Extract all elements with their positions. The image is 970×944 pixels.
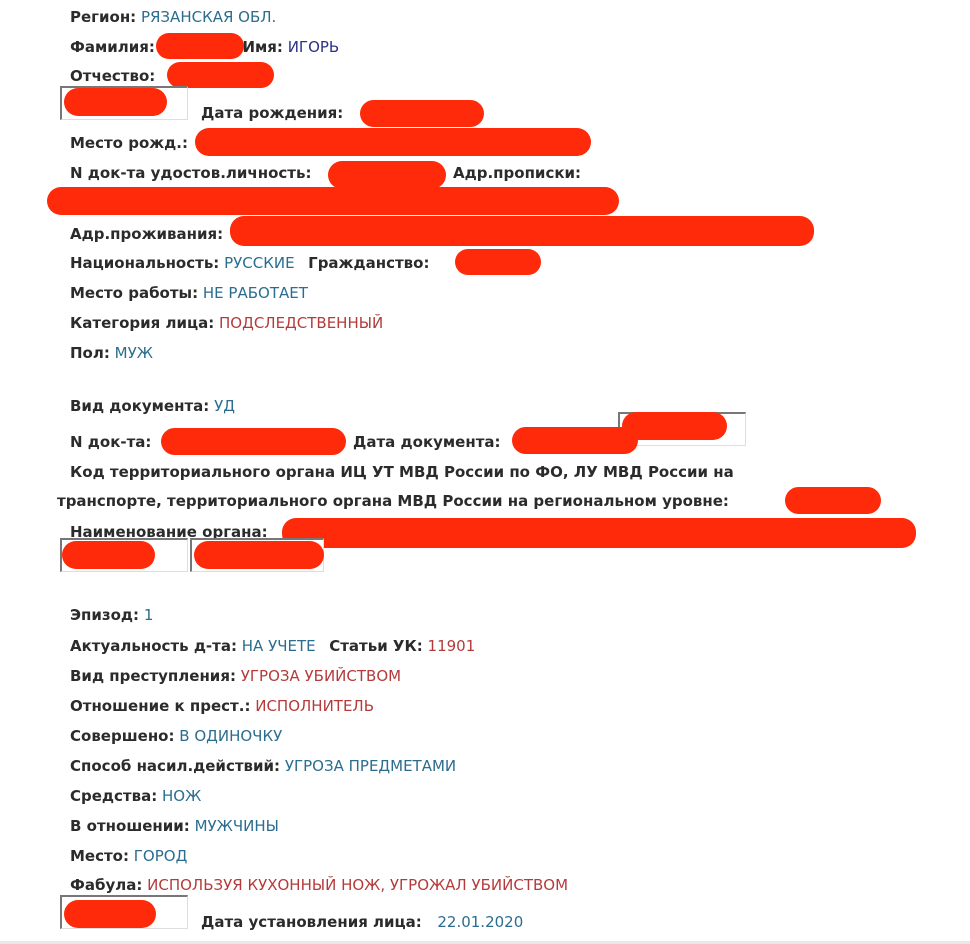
identified-date-label: Дата установления лица: [201, 913, 422, 931]
code-label-text-2: транспорте, территориального органа МВД … [57, 492, 729, 510]
relation-value: ИСПОЛНИТЕЛЬ [255, 697, 375, 715]
citizenship-redaction [455, 249, 541, 275]
birthplace-redaction [195, 128, 591, 156]
crime-type-label: Вид преступления: [70, 667, 236, 685]
region-label: Регион: [70, 8, 137, 26]
place-value: ГОРОД [133, 847, 188, 865]
relation-row: Отношение к прест.: ИСПОЛНИТЕЛЬ [70, 696, 374, 716]
episode-row: Эпизод: 1 [70, 605, 153, 625]
nationality-row: Национальность: РУССКИЕ Гражданство: [70, 253, 429, 273]
doc-type-label: Вид документа: [70, 397, 210, 415]
birthplace-label: Место рожд.: [70, 134, 188, 152]
doc-type-row: Вид документа: УД [70, 396, 235, 416]
means-label: Средства: [70, 787, 158, 805]
episode-label: Эпизод: [70, 606, 140, 624]
article-value: 11901 [427, 637, 476, 655]
patronymic-label: Отчество: [70, 67, 156, 85]
violence-method-value: УГРОЗА ПРЕДМЕТАМИ [284, 757, 457, 775]
workplace-label: Место работы: [70, 284, 199, 302]
code-redaction [785, 487, 881, 514]
region-row: Регион: РЯЗАНСКАЯ ОБЛ. [70, 7, 276, 27]
photo-code-redaction [64, 88, 167, 116]
means-value: НОЖ [162, 787, 202, 805]
live-address-label: Адр.проживания: [70, 225, 224, 243]
identified-date-value: 22.01.2020 [437, 913, 524, 931]
doc-type-value: УД [214, 397, 235, 415]
category-label: Категория лица: [70, 314, 215, 332]
code-label-line1: Код территориального органа ИЦ УТ МВД Ро… [70, 462, 734, 482]
place-label: Место: [70, 847, 129, 865]
patronymic-redaction [167, 62, 274, 88]
means-row: Средства: НОЖ [70, 786, 201, 806]
workplace-value: НЕ РАБОТАЕТ [202, 284, 308, 302]
name-value: ИГОРЬ [287, 38, 340, 56]
code-label-line2: транспорте, территориального органа МВД … [57, 491, 729, 511]
article-label: Статьи УК: [329, 637, 423, 655]
patronymic-row: Отчество: [70, 66, 155, 86]
sex-row: Пол: МУЖ [70, 343, 153, 363]
doc-extra-redaction [622, 412, 727, 440]
org-code-redaction-2 [194, 541, 324, 569]
code-label-text-1: Код территориального органа ИЦ УТ МВД Ро… [70, 463, 734, 481]
region-value: РЯЗАНСКАЯ ОБЛ. [140, 8, 277, 26]
plot-row: Фабула: ИСПОЛЬЗУЯ КУХОННЫЙ НОЖ, УГРОЖАЛ … [70, 875, 568, 895]
episode-code-redaction [64, 900, 156, 928]
org-name-redaction [282, 518, 916, 548]
relation-label: Отношение к прест.: [70, 697, 251, 715]
birthdate-label: Дата рождения: [201, 104, 344, 122]
workplace-row: Место работы: НЕ РАБОТАЕТ [70, 283, 308, 303]
plot-label: Фабула: [70, 876, 143, 894]
doc-number-label: N док-та: [70, 433, 152, 451]
reg-address-redaction [47, 187, 619, 215]
id-doc-redaction [328, 161, 446, 189]
victim-row: В отношении: МУЖЧИНЫ [70, 816, 279, 836]
committed-row: Совершено: В ОДИНОЧКУ [70, 726, 282, 746]
doc-date-row: Дата документа: [353, 432, 501, 452]
surname-redaction [156, 33, 244, 59]
violence-method-label: Способ насил.действий: [70, 757, 281, 775]
nationality-value: РУССКИЕ [224, 254, 295, 272]
sex-value: МУЖ [114, 344, 153, 362]
birthdate-row: Дата рождения: [201, 103, 343, 123]
violence-method-row: Способ насил.действий: УГРОЗА ПРЕДМЕТАМИ [70, 756, 456, 776]
sex-label: Пол: [70, 344, 110, 362]
live-address-redaction [230, 216, 814, 246]
episode-value: 1 [143, 606, 154, 624]
live-address-row: Адр.проживания: [70, 224, 223, 244]
reg-address-row: Адр.прописки: [453, 163, 581, 183]
actuality-row: Актуальность д-та: НА УЧЕТЕ Статьи УК: 1… [70, 636, 475, 656]
doc-date-label: Дата документа: [353, 433, 501, 451]
identified-date-row: Дата установления лица: 22.01.2020 [201, 912, 523, 932]
id-doc-row: N док-та удостов.личность: [70, 163, 311, 183]
citizenship-label: Гражданство: [308, 254, 430, 272]
category-value: ПОДСЛЕДСТВЕННЫЙ [219, 314, 384, 332]
crime-type-value: УГРОЗА УБИЙСТВОМ [240, 667, 402, 685]
actuality-value: НА УЧЕТЕ [241, 637, 316, 655]
crime-type-row: Вид преступления: УГРОЗА УБИЙСТВОМ [70, 666, 401, 686]
doc-number-row: N док-та: [70, 432, 151, 452]
actuality-label: Актуальность д-та: [70, 637, 237, 655]
surname-label: Фамилия: [70, 38, 155, 56]
doc-date-redaction [512, 427, 638, 454]
category-row: Категория лица: ПОДСЛЕДСТВЕННЫЙ [70, 313, 383, 333]
org-code-redaction-1 [62, 541, 155, 569]
committed-value: В ОДИНОЧКУ [179, 727, 283, 745]
birthplace-row: Место рожд.: [70, 133, 188, 153]
committed-label: Совершено: [70, 727, 175, 745]
reg-address-label: Адр.прописки: [453, 164, 582, 182]
birthdate-redaction [360, 100, 484, 127]
plot-value: ИСПОЛЬЗУЯ КУХОННЫЙ НОЖ, УГРОЖАЛ УБИЙСТВО… [147, 876, 569, 894]
victim-label: В отношении: [70, 817, 190, 835]
name-label: Имя: [242, 38, 283, 56]
doc-number-redaction [161, 428, 346, 455]
victim-value: МУЖЧИНЫ [194, 817, 279, 835]
nationality-label: Национальность: [70, 254, 220, 272]
place-row: Место: ГОРОД [70, 846, 187, 866]
id-doc-label: N док-та удостов.личность: [70, 164, 312, 182]
